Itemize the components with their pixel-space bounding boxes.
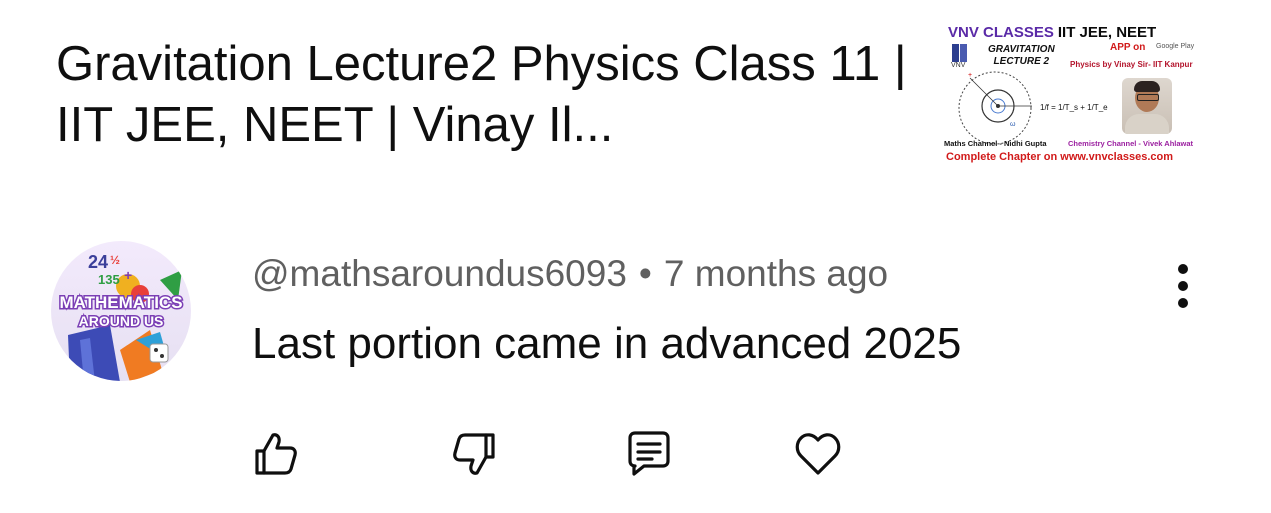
heart-button[interactable]	[792, 428, 844, 480]
vnv-logo-bar	[960, 44, 967, 62]
vnv-logo-text: VNV	[951, 62, 966, 69]
avatar-text-line2: AROUND US	[79, 313, 164, 329]
svg-text:+: +	[968, 72, 972, 79]
kebab-icon	[1178, 264, 1188, 274]
thumbnail-topic: GRAVITATION LECTURE 2	[988, 44, 1055, 67]
thumbnail-formula: 1/f = 1/T_s + 1/T_e	[1040, 103, 1108, 112]
thumbnail-brand: VNV CLASSES	[948, 24, 1054, 41]
comment-timestamp[interactable]: 7 months ago	[664, 253, 888, 294]
comment-text: Last portion came in advanced 2025	[252, 319, 962, 368]
svg-text:+: +	[124, 267, 132, 283]
video-thumbnail[interactable]: VNV + ω 1/f = 1/T_s + 1/T_e VNV CLASSES I…	[940, 22, 1218, 172]
like-button[interactable]	[250, 428, 302, 480]
thumbnail-exam: IIT JEE, NEET	[1057, 24, 1157, 41]
commenter-avatar[interactable]: 24 ½ 135 + MATHEMATICS AROUND US	[50, 240, 192, 382]
orbit-outer	[958, 71, 1032, 145]
reply-button[interactable]	[622, 428, 674, 480]
teacher-photo	[1122, 78, 1172, 134]
svg-text:½: ½	[110, 253, 120, 267]
thumbnail-physics-by: Physics by Vinay Sir- IIT Kanpur	[1070, 60, 1193, 69]
more-options-button[interactable]	[1168, 262, 1198, 310]
svg-text:135: 135	[98, 272, 120, 287]
thumbnail-complete-chapter: Complete Chapter on www.vnvclasses.com	[946, 151, 1173, 163]
thumbnail-header: VNV CLASSES IIT JEE, NEET	[948, 24, 1156, 41]
thumbnail-app-text: APP on	[1110, 42, 1146, 53]
like-icon	[255, 433, 297, 475]
thumbnail-maths-channel: Maths Channel - Nidhi Gupta	[944, 139, 1047, 148]
vnv-logo-bar	[952, 44, 959, 62]
google-play-badge: Google Play	[1156, 43, 1195, 50]
heart-icon	[795, 433, 841, 475]
video-title[interactable]: Gravitation Lecture2 Physics Class 11 | …	[56, 34, 916, 156]
avatar-text-line1: MATHEMATICS	[59, 293, 182, 312]
meta-separator: •	[638, 253, 652, 294]
thumbnail-chemistry-channel: Chemistry Channel - Vivek Ahlawat	[1068, 139, 1194, 148]
svg-text:24: 24	[88, 252, 108, 272]
dislike-icon	[453, 433, 495, 475]
comment-meta: @mathsaroundus6093 • 7 months ago	[252, 252, 888, 296]
svg-text:ω: ω	[1010, 121, 1016, 128]
comment-author-handle[interactable]: @mathsaroundus6093	[252, 253, 627, 294]
dislike-button[interactable]	[448, 428, 500, 480]
reply-icon	[628, 431, 670, 476]
